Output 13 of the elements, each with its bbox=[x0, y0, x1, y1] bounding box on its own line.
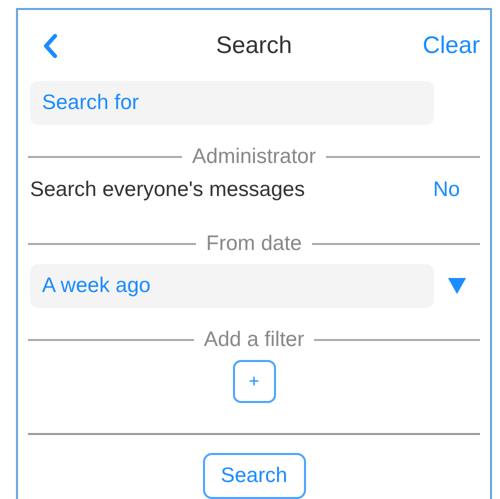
section-heading: Add a filter bbox=[204, 328, 304, 352]
back-icon bbox=[42, 32, 58, 59]
search-button[interactable]: Search bbox=[202, 452, 306, 499]
clear-button[interactable]: Clear bbox=[400, 32, 480, 60]
option-value[interactable]: No bbox=[433, 178, 460, 202]
search-field[interactable]: Search for bbox=[30, 81, 434, 125]
page-title: Search bbox=[214, 32, 294, 60]
section-heading: From date bbox=[206, 232, 302, 256]
date-dropdown[interactable]: A week ago bbox=[30, 264, 434, 308]
dropdown-arrow-icon[interactable] bbox=[448, 277, 466, 295]
section-heading: Administrator bbox=[192, 144, 316, 169]
option-label: Search everyone's messages bbox=[29, 178, 305, 202]
add-filter-button[interactable]: + bbox=[232, 360, 276, 403]
